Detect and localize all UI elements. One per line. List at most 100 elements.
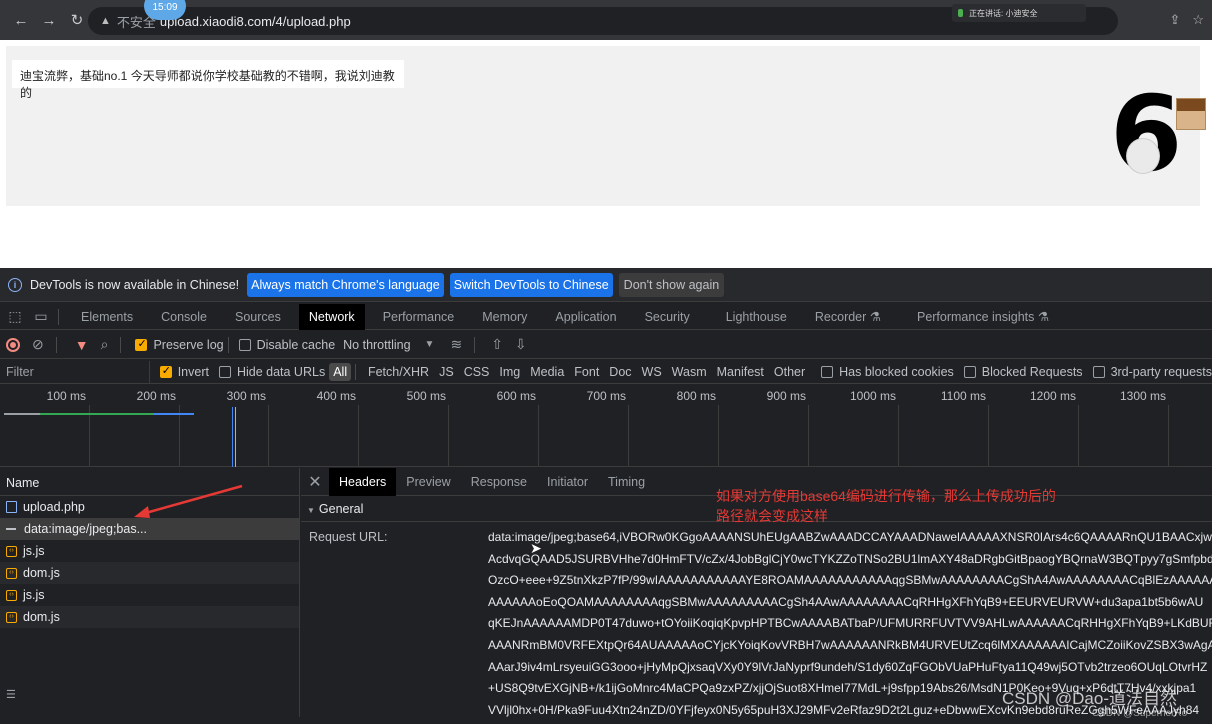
url-line: AAarJ9iv4mLrsyeuiGG3ooo+jHyMpQjxsaqVXy0Y… — [488, 659, 1208, 674]
filter-js[interactable]: JS — [439, 365, 454, 379]
checkbox-checked[interactable] — [159, 364, 172, 378]
filter-wasm[interactable]: Wasm — [672, 365, 707, 379]
match-language-button[interactable]: Always match Chrome's language — [247, 272, 444, 297]
url-line: OzcO+eee+9Z5tnXkzP7fP/99wIAAAAAAAAAAAYE8… — [488, 573, 1212, 588]
tick-label: 400 ms — [316, 389, 356, 403]
invert-checkbox[interactable]: Invert — [159, 364, 209, 379]
divider — [227, 336, 229, 353]
infobar-text: DevTools is now available in Chinese! — [30, 277, 240, 292]
tick-line — [988, 405, 989, 467]
blocked-cookies-label: Has blocked cookies — [839, 364, 954, 379]
request-row[interactable]: ‹› dom.js — [0, 606, 299, 628]
checkbox-unchecked[interactable] — [963, 365, 976, 378]
upload-icon[interactable]: ⇧ — [491, 336, 503, 353]
request-row[interactable]: ‹› js.js — [0, 540, 299, 562]
tab-application[interactable]: Application — [545, 304, 626, 330]
third-party-checkbox[interactable]: 3rd-party requests — [1092, 365, 1212, 379]
script-icon: ‹› — [6, 611, 17, 623]
url-line: data:image/jpeg;base64,iVBORw0KGgoAAAANS… — [488, 530, 1212, 544]
search-icon[interactable]: ⌕ — [101, 336, 109, 353]
network-overview-timeline[interactable]: 100 ms 200 ms 300 ms 400 ms 500 ms 600 m… — [0, 385, 1212, 467]
general-label: General — [318, 502, 364, 516]
divider — [355, 363, 356, 380]
record-icon[interactable] — [6, 337, 20, 352]
filter-manifest[interactable]: Manifest — [717, 365, 764, 379]
tab-memory[interactable]: Memory — [472, 304, 537, 330]
disable-cache-checkbox[interactable]: Disable cache — [238, 338, 335, 352]
tab-sources[interactable]: Sources — [225, 304, 291, 330]
filter-fetch-xhr[interactable]: Fetch/XHR — [368, 365, 429, 379]
browser-actions: ⇪ ☆ — [1169, 12, 1204, 28]
request-row[interactable]: ‹› js.js — [0, 584, 299, 606]
dont-show-button[interactable]: Don't show again — [618, 272, 725, 297]
blocked-requests-checkbox[interactable]: Blocked Requests — [963, 364, 1083, 379]
throttling-select[interactable]: No throttling — [343, 338, 410, 352]
switch-chinese-button[interactable]: Switch DevTools to Chinese — [449, 272, 613, 297]
reload-icon[interactable]: ↻ — [64, 7, 90, 33]
request-name: data:image/jpeg;bas... — [24, 522, 147, 536]
checkbox-unchecked[interactable] — [218, 365, 231, 378]
filter-ws[interactable]: WS — [642, 365, 662, 379]
drawer-toggle-icon[interactable]: ☰ — [6, 688, 16, 701]
tab-timing[interactable]: Timing — [598, 468, 655, 496]
filter-img[interactable]: Img — [499, 365, 520, 379]
tab-network[interactable]: Network — [298, 303, 365, 330]
filter-doc[interactable]: Doc — [609, 365, 631, 379]
tab-preview[interactable]: Preview — [396, 468, 460, 496]
download-icon[interactable]: ⇩ — [515, 336, 527, 353]
forward-icon[interactable]: → — [36, 7, 62, 33]
tick-label: 100 ms — [46, 389, 86, 403]
divider — [120, 336, 122, 353]
checkbox-unchecked[interactable] — [821, 365, 834, 378]
filter-input[interactable]: Filter — [0, 360, 150, 383]
preserve-log-checkbox[interactable]: Preserve log — [135, 337, 224, 352]
tick-line — [538, 405, 539, 467]
hide-data-urls-checkbox[interactable]: Hide data URLs — [218, 365, 325, 379]
filter-media[interactable]: Media — [530, 365, 564, 379]
filter-font[interactable]: Font — [574, 365, 599, 379]
browser-toolbar: ← → ↻ ▲ 不安全 upload.xiaodi8.com/4/upload.… — [0, 0, 1212, 40]
close-icon[interactable]: ✕ — [301, 472, 329, 492]
script-icon: ‹› — [6, 589, 17, 601]
filter-css[interactable]: CSS — [464, 365, 490, 379]
tick-line — [718, 405, 719, 467]
checkbox-checked[interactable] — [135, 337, 148, 351]
back-icon[interactable]: ← — [8, 7, 34, 33]
speaking-label: 正在讲话: 小迪安全 — [969, 8, 1038, 18]
tab-recorder[interactable]: Recorder ⚗ — [805, 304, 891, 330]
wifi-icon[interactable]: ≋ — [450, 336, 462, 353]
divider — [58, 308, 59, 325]
blocked-requests-label: Blocked Requests — [981, 364, 1083, 379]
chevron-down-icon[interactable]: ▼ — [425, 339, 435, 350]
tick-label: 900 ms — [766, 389, 806, 403]
tab-performance[interactable]: Performance — [373, 304, 465, 330]
filter-icon[interactable]: ▼ — [75, 337, 89, 353]
tab-performance-insights[interactable]: Performance insights ⚗ — [907, 304, 1059, 330]
blocked-cookies-checkbox[interactable]: Has blocked cookies — [821, 365, 954, 379]
tick-label: 800 ms — [676, 389, 716, 403]
tab-security[interactable]: Security — [635, 304, 700, 330]
filter-all[interactable]: All — [329, 362, 352, 381]
tick-line — [448, 405, 449, 467]
device-toggle-icon[interactable]: ▭ — [28, 308, 54, 325]
request-name: dom.js — [23, 610, 60, 624]
tab-response[interactable]: Response — [461, 468, 537, 496]
checkbox-unchecked[interactable] — [1092, 365, 1105, 378]
tab-console[interactable]: Console — [151, 304, 217, 330]
info-icon: i — [8, 277, 22, 292]
tab-headers[interactable]: Headers — [329, 467, 397, 496]
tab-elements[interactable]: Elements — [71, 304, 143, 330]
share-icon[interactable]: ⇪ — [1169, 12, 1180, 28]
request-row[interactable]: ‹› dom.js — [0, 562, 299, 584]
mic-icon — [958, 9, 963, 17]
timeline-bar-data — [40, 413, 154, 415]
inspect-icon[interactable]: ⬚ — [2, 308, 28, 325]
speaking-indicator: 正在讲话: 小迪安全 — [952, 4, 1086, 22]
tab-lighthouse[interactable]: Lighthouse — [716, 304, 797, 330]
bookmark-star-icon[interactable]: ☆ — [1192, 12, 1204, 28]
checkbox-unchecked[interactable] — [238, 338, 251, 351]
tab-initiator[interactable]: Initiator — [537, 468, 598, 496]
clear-icon[interactable]: ⊘ — [32, 336, 44, 353]
request-name: upload.php — [23, 500, 85, 514]
filter-other[interactable]: Other — [774, 365, 805, 379]
